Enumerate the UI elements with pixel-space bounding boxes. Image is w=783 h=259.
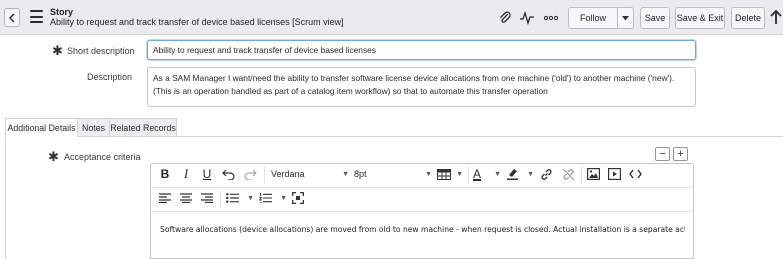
follow-dropdown-button[interactable] [617, 7, 634, 29]
underline-icon[interactable]: U [200, 164, 214, 184]
link-icon[interactable] [538, 164, 554, 184]
align-left-icon[interactable] [158, 188, 172, 208]
bullet-list-icon [226, 193, 239, 203]
align-right-icon[interactable] [200, 188, 214, 208]
chevron-left-icon [8, 12, 15, 23]
source-code-icon[interactable] [627, 164, 643, 184]
editor-toolbar-row-2: ▼ ▼ [151, 188, 693, 212]
record-type: Story [50, 7, 74, 17]
chevron-down-icon: ▼ [280, 194, 287, 202]
table-icon [437, 168, 451, 180]
tab-additional-details[interactable]: Additional Details [5, 118, 78, 137]
toolbar-divider [264, 166, 265, 184]
table-button[interactable]: ▼ [437, 164, 463, 184]
align-center-icon[interactable] [179, 188, 193, 208]
attachment-icon[interactable] [497, 10, 513, 26]
caret-down-icon [622, 15, 629, 20]
text-color-button[interactable]: A ▼ [473, 164, 501, 184]
toolbar-divider [220, 190, 221, 208]
short-description-input[interactable]: Ability to request and track transfer of… [147, 40, 696, 60]
chevron-down-icon: ▼ [494, 170, 501, 178]
image-icon[interactable] [585, 164, 601, 184]
required-asterisk-icon: ✱ [48, 149, 59, 164]
tab-related-records[interactable]: Related Records [109, 118, 177, 137]
italic-icon[interactable]: I [179, 164, 193, 184]
undo-icon[interactable] [221, 164, 235, 184]
chevron-down-icon: ▼ [342, 170, 349, 178]
highlight-color-button[interactable]: ▼ [506, 164, 534, 184]
activity-stream-icon[interactable] [519, 10, 535, 26]
context-menu-icon[interactable] [30, 10, 43, 23]
text-color-icon: A [473, 167, 482, 181]
save-exit-button[interactable]: Save & Exit [675, 7, 725, 29]
editor-toolbar-row-1: B I U Verdana ▼ 8pt ▼ ▼ A ▼ ▼ [151, 164, 693, 188]
short-description-label: Short description [67, 46, 135, 56]
chevron-down-icon: ▼ [456, 170, 463, 178]
bold-icon[interactable]: B [158, 164, 172, 184]
numbered-list-button[interactable]: ▼ [259, 188, 287, 208]
redo-icon[interactable] [243, 164, 257, 184]
expand-button[interactable]: + [673, 147, 688, 161]
numbered-list-icon [259, 193, 272, 203]
more-options-icon[interactable] [543, 10, 559, 26]
required-asterisk-icon: ✱ [52, 43, 63, 58]
bullet-list-button[interactable]: ▼ [226, 188, 254, 208]
description-label: Description [87, 72, 133, 82]
acceptance-criteria-label: Acceptance criteria [64, 152, 141, 162]
toolbar-divider [581, 166, 582, 184]
acceptance-criteria-content[interactable]: Software allocations (device allocations… [160, 225, 685, 234]
font-size-value: 8pt [354, 169, 367, 179]
collapse-button[interactable]: − [655, 147, 670, 161]
description-textarea[interactable]: As a SAM Manager I want/need the ability… [147, 67, 696, 107]
unlink-icon[interactable] [560, 164, 576, 184]
font-size-select[interactable]: 8pt ▼ [354, 164, 432, 184]
section-border [5, 137, 6, 259]
highlighter-icon [507, 169, 518, 180]
toolbar-divider [468, 166, 469, 184]
chevron-down-icon: ▼ [247, 194, 254, 202]
media-icon[interactable] [606, 164, 622, 184]
chevron-down-icon: ▼ [425, 170, 432, 178]
fullscreen-icon[interactable] [291, 188, 305, 208]
tab-notes[interactable]: Notes [77, 118, 110, 137]
back-button[interactable] [4, 8, 20, 27]
follow-button[interactable]: Follow [568, 7, 618, 29]
delete-button[interactable]: Delete [731, 7, 765, 29]
font-family-select[interactable]: Verdana ▼ [271, 164, 349, 184]
scroll-top-icon[interactable] [768, 9, 783, 25]
font-family-value: Verdana [271, 169, 305, 179]
chevron-down-icon: ▼ [527, 170, 534, 178]
save-button[interactable]: Save [640, 7, 670, 29]
record-title: Ability to request and track transfer of… [50, 17, 344, 27]
